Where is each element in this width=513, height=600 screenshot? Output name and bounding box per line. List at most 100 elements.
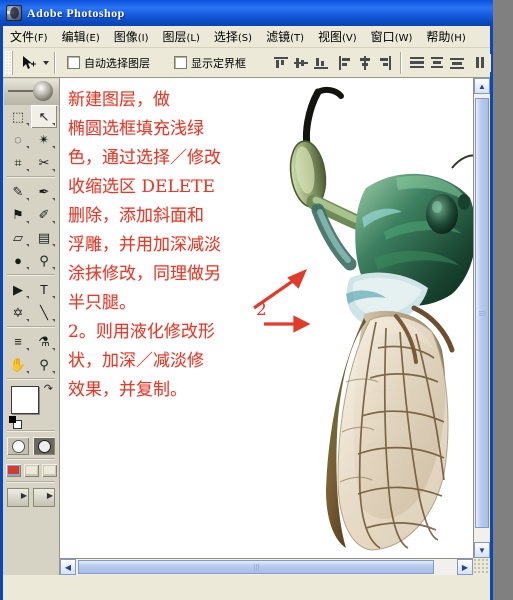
healing-brush-tool[interactable]: ✎	[5, 180, 31, 203]
full-screen-mode-button[interactable]	[41, 464, 57, 477]
type-tool[interactable]: T	[31, 278, 57, 301]
menu-item-label: 文件	[10, 30, 35, 44]
clone-stamp-tool[interactable]: ⚑	[5, 203, 31, 226]
pen-tool-icon: ✡	[12, 304, 24, 320]
path-selection-tool-icon: ▶	[13, 281, 23, 297]
standard-mask-mode-button[interactable]	[7, 437, 29, 455]
standard-screen-mode-button[interactable]	[5, 464, 21, 477]
tool-divider-2	[7, 274, 55, 276]
resize-grip[interactable]	[473, 558, 490, 575]
history-brush-tool[interactable]: ✐	[31, 203, 57, 226]
scroll-left-icon[interactable]: ◀	[60, 559, 76, 575]
history-brush-tool-icon: ✐	[38, 206, 50, 222]
notes-tool-icon: ≡	[14, 334, 22, 349]
eyedropper-tool[interactable]: ⚗	[31, 330, 57, 353]
tool-palette-header[interactable]	[3, 79, 59, 105]
jump-to-group	[3, 488, 59, 507]
align-left-edges-button[interactable]	[336, 53, 354, 72]
align-horizontal-centers-button[interactable]	[356, 53, 374, 72]
image-canvas[interactable]: 新建图层，做 椭圆选框填充浅绿 色，通过选择／修改 收缩选区 DELETE 删除，添加斜…	[60, 78, 473, 558]
align-right-edges-button[interactable]	[376, 53, 394, 72]
align-bottom-edges-button[interactable]	[312, 53, 330, 72]
mask-mode-group	[3, 437, 59, 455]
chevron-down-icon[interactable]	[43, 60, 49, 65]
menu-item-2[interactable]: 编辑(E)	[55, 26, 107, 47]
scroll-right-icon[interactable]: ▶	[457, 559, 473, 575]
show-bounding-box-label: 显示定界框	[191, 56, 246, 70]
crop-tool[interactable]: ⌗	[5, 151, 31, 174]
horizontal-scrollbar[interactable]: ◀ ▶	[60, 558, 473, 575]
scroll-up-icon[interactable]: ▲	[474, 78, 490, 94]
title-bar[interactable]: Adobe Photoshop	[0, 0, 493, 26]
brush-tool[interactable]: ✒	[31, 180, 57, 203]
vertical-scroll-thumb[interactable]	[475, 98, 489, 528]
distribute-top-edges-button[interactable]	[408, 53, 426, 72]
window-title: Adobe Photoshop	[27, 5, 125, 20]
jump-to-application-button[interactable]	[33, 488, 55, 507]
magic-wand-tool-icon: ✴	[38, 131, 50, 147]
annotation-line-9: 2。则用液化修改形	[68, 322, 215, 342]
vertical-scrollbar[interactable]: ▲ ▼	[473, 78, 490, 558]
auto-select-layer-checkbox[interactable]: 自动选择图层	[67, 55, 150, 71]
full-screen-with-menubar-button[interactable]	[23, 464, 39, 477]
marquee-tool[interactable]: ⬚	[5, 105, 31, 128]
options-bar-grip[interactable]	[5, 50, 13, 75]
default-colors-icon[interactable]	[9, 416, 22, 429]
menu-item-mnemonic: (W)	[394, 33, 413, 44]
show-bounding-box-checkbox[interactable]: 显示定界框	[174, 55, 246, 71]
pen-tool[interactable]: ✡	[5, 301, 31, 324]
magic-wand-tool[interactable]: ✴	[31, 128, 57, 151]
dodge-tool[interactable]: ⚲	[31, 249, 57, 272]
photoshop-window: Adobe Photoshop 文件(F) 编辑(E) 图像(I) 图层(L) 选择(S…	[0, 0, 513, 600]
annotation-text: 新建图层，做 椭圆选框填充浅绿 色，通过选择／修改 收缩选区 DELETE 删除，添加斜…	[68, 86, 278, 405]
notes-tool[interactable]: ≡	[5, 330, 31, 353]
menu-item-5[interactable]: 选择(S)	[207, 26, 259, 47]
align-buttons-group	[272, 51, 491, 74]
eyedropper-tool-icon: ⚗	[38, 333, 50, 349]
move-tool[interactable]: ↖	[31, 105, 57, 128]
menu-item-7[interactable]: 视图(V)	[311, 26, 364, 47]
foreground-color-swatch[interactable]	[11, 386, 39, 414]
menu-item-9[interactable]: 帮助(H)	[419, 26, 472, 47]
zoom-tool[interactable]: ⚲	[31, 353, 57, 376]
move-tool-icon: ↖	[38, 108, 50, 124]
hand-tool[interactable]: ✋	[5, 353, 31, 376]
align-vertical-centers-button[interactable]	[292, 53, 310, 72]
distribute-left-edges-button[interactable]	[473, 53, 491, 72]
color-swatches: ↷	[9, 384, 55, 429]
align-top-edges-button[interactable]	[272, 53, 290, 72]
blur-tool[interactable]: ●	[5, 249, 31, 272]
menu-item-mnemonic: (F)	[34, 33, 48, 44]
gradient-tool[interactable]: ▤	[31, 226, 57, 249]
menu-item-6[interactable]: 滤镜(T)	[259, 26, 311, 47]
photoshop-icon	[6, 5, 22, 21]
line-tool-icon: ╲	[40, 304, 48, 320]
menu-item-4[interactable]: 图层(L)	[156, 26, 207, 47]
slice-tool[interactable]: ✂	[31, 151, 57, 174]
document-area: 新建图层，做 椭圆选框填充浅绿 色，通过选择／修改 收缩选区 DELETE 删除，添加斜…	[60, 78, 490, 575]
menu-item-mnemonic: (T)	[290, 33, 304, 44]
menu-item-3[interactable]: 图像(I)	[107, 26, 156, 47]
type-tool-icon: T	[40, 282, 48, 297]
menu-item-8[interactable]: 窗口(W)	[364, 26, 420, 47]
auto-select-layer-box[interactable]	[67, 56, 80, 69]
eraser-tool[interactable]: ▱	[5, 226, 31, 249]
eraser-tool-icon: ▱	[13, 229, 23, 245]
distribute-bottom-edges-button[interactable]	[448, 53, 466, 72]
path-selection-tool[interactable]: ▶	[5, 278, 31, 301]
line-tool[interactable]: ╲	[31, 301, 57, 324]
menu-item-label: 编辑	[61, 30, 86, 44]
annotation-line-7: 涂抹修改，同理做另	[68, 264, 221, 284]
swap-colors-icon[interactable]: ↷	[44, 384, 53, 395]
show-bounding-box-box[interactable]	[174, 56, 187, 69]
auto-select-layer-label: 自动选择图层	[84, 56, 150, 70]
move-tool-icon[interactable]	[15, 51, 41, 75]
menu-item-1[interactable]: 文件(F)	[3, 26, 55, 47]
horizontal-scroll-thumb[interactable]	[78, 560, 434, 574]
jump-to-imageready-button[interactable]	[7, 488, 29, 507]
distribute-vertical-centers-button[interactable]	[428, 53, 446, 72]
lasso-tool[interactable]: ◌	[5, 128, 31, 151]
menu-item-mnemonic: (V)	[342, 33, 357, 44]
scroll-down-icon[interactable]: ▼	[474, 542, 490, 558]
quick-mask-mode-button[interactable]	[33, 437, 55, 455]
